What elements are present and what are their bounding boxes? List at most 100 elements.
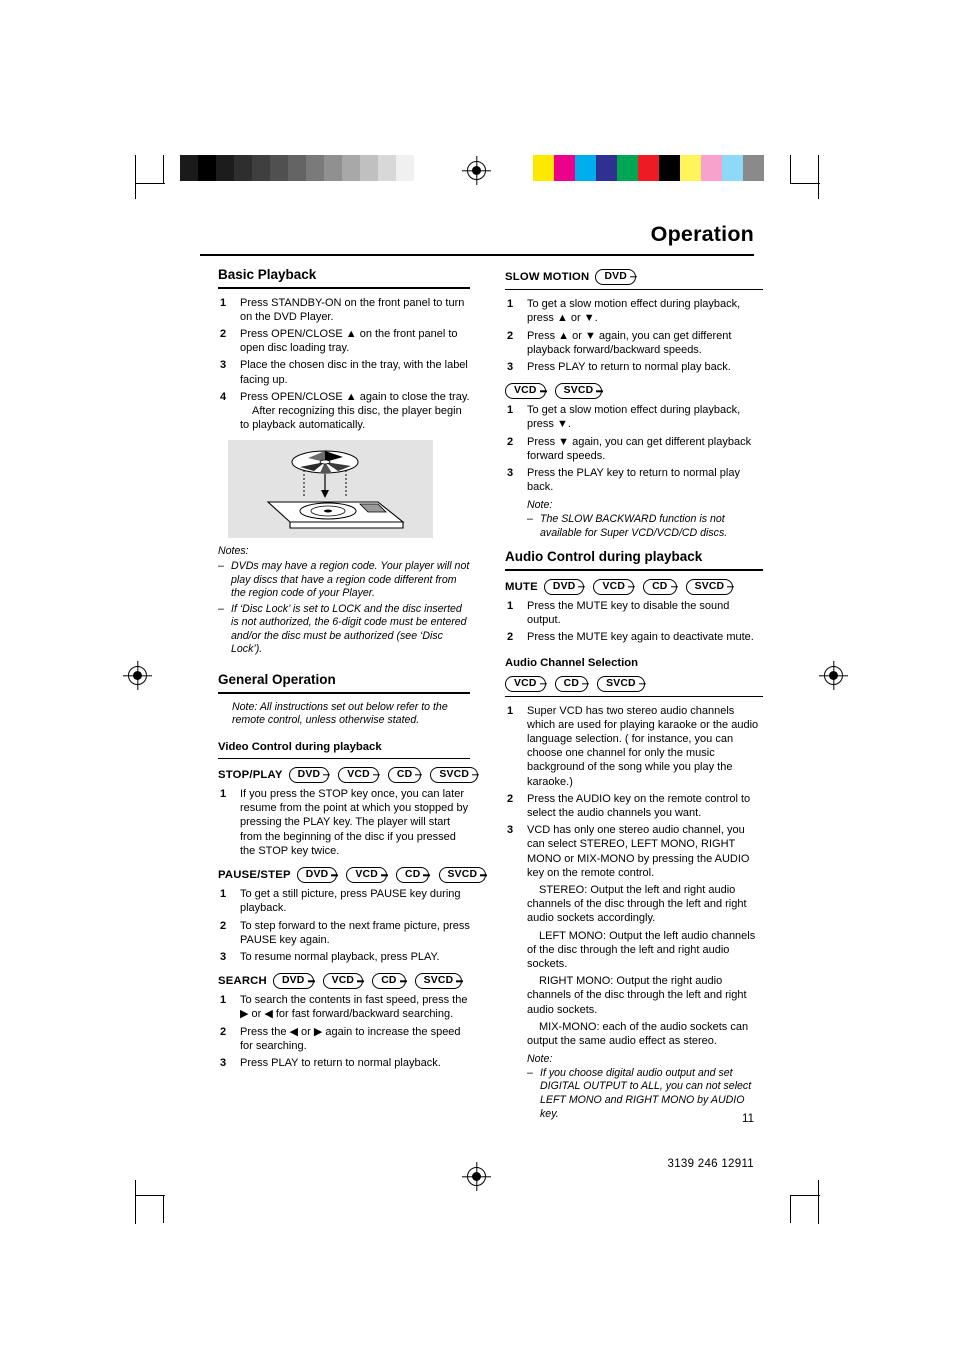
crop-mark-bottom-left-vertical [135,1180,137,1224]
badge-vcd: VCD [338,767,379,784]
basic-playback-steps: Press STANDBY-ON on the front panel to t… [218,296,470,433]
audio-channel-tag-row: VCD CD SVCD [505,675,763,693]
registration-mark-top [467,161,486,180]
note-item: If ‘Disc Lock’ is set to LOCK and the di… [218,603,470,657]
crop-mark-bottom-left-inner [163,1195,165,1223]
badge-svcd: SVCD [685,578,734,595]
list-item: Place the chosen disc in the tray, with … [220,358,468,386]
list-item: Press STANDBY-ON on the front panel to t… [220,296,465,323]
list-item: To get a slow motion effect during playb… [507,297,741,325]
list-item: Press OPEN/CLOSE ▲ on the front panel to… [220,327,458,355]
calibration-swatch [216,155,234,181]
general-operation-note: Note: All instructions set out below ref… [232,700,448,727]
pause-step-label: PAUSE/STEP [218,869,291,882]
subsection-title-audio-channel-selection: Audio Channel Selection [505,657,639,670]
calibration-swatch [378,155,396,181]
slow-motion-tag-row: SLOW MOTION DVD [505,268,763,286]
badge-svcd: SVCD [430,767,479,784]
crop-mark-top-left-inner [163,155,165,183]
stop-play-tag-row: STOP/PLAY DVD VCD CD SVCD [218,766,479,784]
audio-mode-right-mono: RIGHT MONO: Output the right audio chann… [527,975,747,1016]
section-title-general-operation: General Operation [218,672,336,688]
badge-cd: CD [372,973,406,990]
slow-motion-dvd-steps: To get a slow motion effect during playb… [505,297,763,374]
crop-mark-top-right-inner [790,155,792,183]
audio-channel-note: Note: – If you choose digital audio outp… [527,1053,763,1121]
list-item: Press the AUDIO key on the remote contro… [507,792,751,819]
slow-motion-vcd-tag-row: VCD SVCD [505,382,763,400]
audio-mode-mix-mono: MIX-MONO: each of the audio sockets can … [527,1020,749,1047]
list-item: Press the ◀ or ▶ again to increase the s… [220,1025,461,1052]
badge-svcd: SVCD [597,675,645,692]
list-item: Press PLAY to return to normal play back… [507,360,731,374]
calibration-swatch [306,155,324,181]
calibration-swatch [288,155,306,181]
subsection-divider [505,289,763,291]
calibration-swatch [198,155,216,181]
calibration-swatch [360,155,378,181]
section-divider [218,692,470,694]
note-item: DVDs may have a region code. Your player… [218,560,470,601]
crop-mark-bottom-right-inner [790,1195,792,1223]
registration-mark-bottom [467,1167,486,1186]
badge-dvd: DVD [288,767,330,784]
badge-cd: CD [554,675,589,692]
badge-vcd: VCD [346,867,387,884]
page-number: 11 [742,1113,754,1125]
mute-steps: Press the MUTE key to disable the sound … [505,599,763,645]
calibration-swatch [252,155,270,181]
slow-motion-vcd-steps: To get a slow motion effect during playb… [505,403,763,494]
document-code: 3139 246 12911 [667,1158,754,1170]
calibration-swatch [575,155,596,181]
audio-mode-stereo: STEREO: Output the left and right audio … [527,883,747,925]
note-item: – The SLOW BACKWARD function is not avai… [527,512,728,539]
right-column: SLOW MOTION DVD To get a slow motion eff… [505,268,763,1129]
header-divider [200,254,754,256]
calibration-swatch [680,155,701,181]
crop-mark-top-left-horizontal [135,183,165,185]
left-column: Basic Playback Press STANDBY-ON on the f… [218,267,487,1073]
list-item: Press OPEN/CLOSE ▲ again to close the tr… [220,390,470,432]
stop-play-label: STOP/PLAY [218,769,283,782]
pause-step-steps: To get a still picture, press PAUSE key … [218,887,470,964]
badge-dvd: DVD [543,578,585,595]
search-label: SEARCH [218,975,267,988]
badge-vcd: VCD [505,675,546,692]
pause-step-tag-row: PAUSE/STEP DVD VCD CD SVCD [218,866,487,884]
badge-cd: CD [387,767,422,784]
audio-channel-steps: Super VCD has two stereo audio channels … [505,704,763,1049]
calibration-swatch [701,155,722,181]
badge-cd: CD [643,578,677,595]
badge-vcd: VCD [505,383,546,400]
section-title-basic-playback: Basic Playback [218,267,317,282]
note-item: – If you choose digital audio output and… [527,1066,752,1120]
list-item: If you press the STOP key once, you can … [220,787,469,857]
badge-svcd: SVCD [414,973,463,990]
section-divider [505,569,763,571]
crop-mark-top-right-horizontal [790,183,820,185]
basic-playback-step4-note: After recognizing this disc, the player … [240,404,462,432]
badge-dvd: DVD [296,867,338,884]
calibration-swatch [638,155,659,181]
list-item: To search the contents in fast speed, pr… [220,993,468,1021]
stop-play-steps: If you press the STOP key once, you can … [218,787,470,858]
badge-svcd: SVCD [554,383,603,400]
calibration-swatch [234,155,252,181]
calibration-swatch [617,155,638,181]
page-title: Operation [650,222,754,246]
slow-motion-label: SLOW MOTION [505,271,590,284]
list-item: Press the PLAY key to return to normal p… [507,466,740,494]
crop-mark-top-left-vertical [135,155,137,199]
registration-mark-right [824,666,843,685]
slow-motion-note: Note: – The SLOW BACKWARD function is no… [527,499,763,540]
mute-label: MUTE [505,580,538,593]
subsection-title-video-control: Video Control during playback [218,740,382,753]
crop-mark-bottom-left-horizontal [135,1195,165,1197]
badge-vcd: VCD [593,578,635,595]
calibration-swatch [743,155,764,181]
calibration-swatch [180,155,198,181]
grayscale-calibration-bar [180,155,432,181]
list-item: To step forward to the next frame pictur… [220,919,470,946]
calibration-swatch [396,155,414,181]
badge-svcd: SVCD [438,867,487,884]
